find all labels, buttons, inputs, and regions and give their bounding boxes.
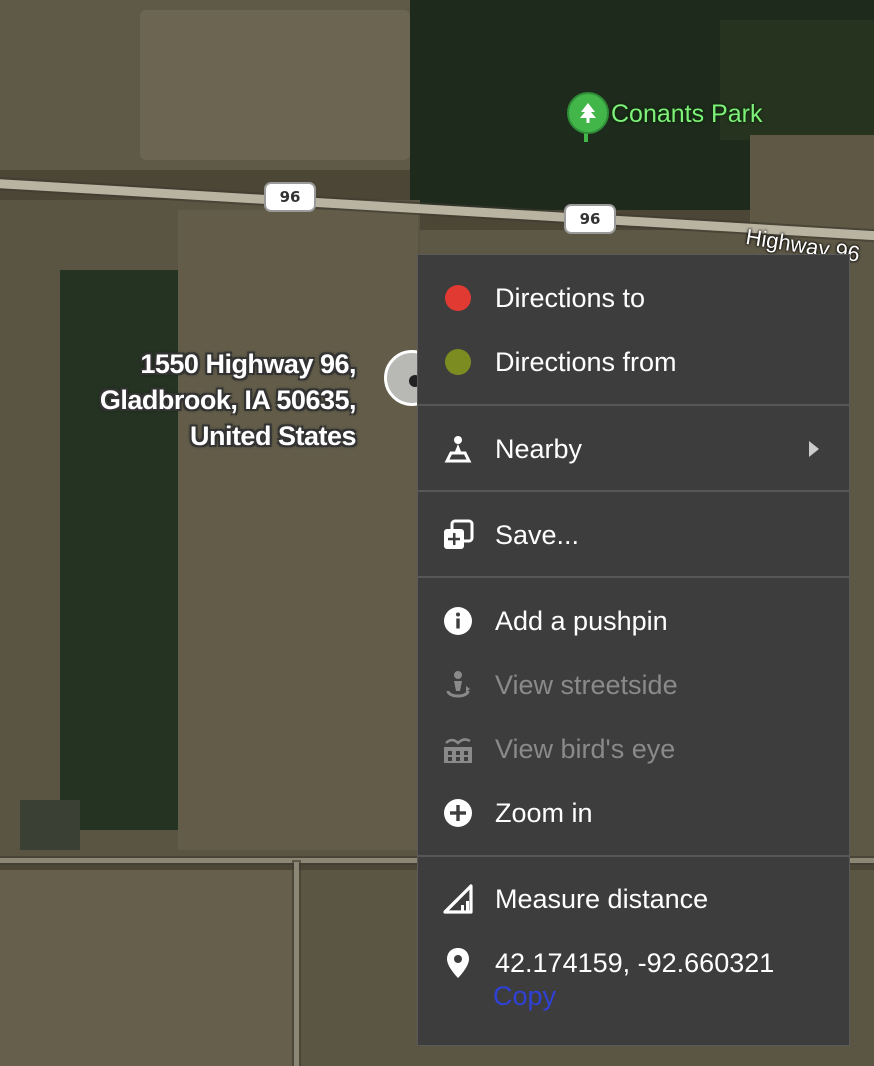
- menu-item-label: Measure distance: [495, 883, 709, 914]
- field: [0, 870, 300, 1066]
- streetside-icon: [442, 669, 474, 701]
- field: [750, 135, 874, 230]
- address-label: 1550 Highway 96, Gladbrook, IA 50635, Un…: [99, 346, 357, 454]
- menu-item-label: Add a pushpin: [495, 605, 668, 636]
- menu-item-label: View bird's eye: [495, 733, 676, 764]
- menu-item-directions-to[interactable]: Directions to: [418, 266, 849, 330]
- green-dot-icon: [442, 346, 474, 378]
- menu-item-view-birds-eye: View bird's eye: [418, 717, 849, 781]
- menu-item-view-streetside: View streetside: [418, 653, 849, 717]
- menu-item-measure-distance[interactable]: Measure distance: [418, 867, 849, 931]
- menu-item-coordinates[interactable]: 42.174159, -92.660321: [418, 931, 849, 995]
- park-pin[interactable]: [567, 92, 609, 134]
- context-menu: Directions to Directions from Nearby Sav…: [417, 254, 850, 1046]
- highway-shield: 96: [264, 182, 316, 212]
- menu-item-label: Directions from: [495, 346, 677, 377]
- ruler-icon: [442, 883, 474, 915]
- farmstead: [20, 800, 80, 850]
- save-collection-icon: [442, 519, 474, 551]
- zoom-plus-icon: [442, 797, 474, 829]
- menu-item-label: View streetside: [495, 669, 678, 700]
- address-line: 1550 Highway 96,: [140, 349, 356, 379]
- coordinates-text: 42.174159, -92.660321: [495, 947, 775, 978]
- menu-divider: [418, 490, 849, 492]
- menu-item-nearby[interactable]: Nearby: [418, 417, 849, 481]
- birds-eye-icon: [442, 733, 474, 765]
- menu-divider: [418, 404, 849, 406]
- chevron-right-icon: [809, 441, 819, 457]
- menu-item-directions-from[interactable]: Directions from: [418, 330, 849, 394]
- nearby-person-icon: [442, 433, 474, 465]
- menu-item-label: Zoom in: [495, 797, 593, 828]
- red-dot-icon: [442, 282, 474, 314]
- menu-item-add-pushpin[interactable]: Add a pushpin: [418, 589, 849, 653]
- county-road: [294, 862, 299, 1066]
- copy-coordinates-link[interactable]: Copy: [493, 981, 556, 1012]
- field: [140, 10, 410, 160]
- menu-divider: [418, 576, 849, 578]
- menu-item-label: Save...: [495, 519, 580, 550]
- menu-item-label: Nearby: [495, 433, 583, 464]
- field: [178, 210, 418, 850]
- highway-shield: 96: [564, 204, 616, 234]
- location-pin-icon: [442, 947, 474, 979]
- menu-item-zoom-in[interactable]: Zoom in: [418, 781, 849, 845]
- menu-divider: [418, 855, 849, 857]
- park-label[interactable]: Conants Park: [611, 100, 762, 129]
- address-line: Gladbrook, IA 50635,: [99, 385, 357, 415]
- tree-icon: [580, 103, 596, 123]
- info-icon: [442, 605, 474, 637]
- address-line: United States: [189, 421, 357, 451]
- menu-item-save[interactable]: Save...: [418, 503, 849, 567]
- menu-item-label: Directions to: [495, 282, 646, 313]
